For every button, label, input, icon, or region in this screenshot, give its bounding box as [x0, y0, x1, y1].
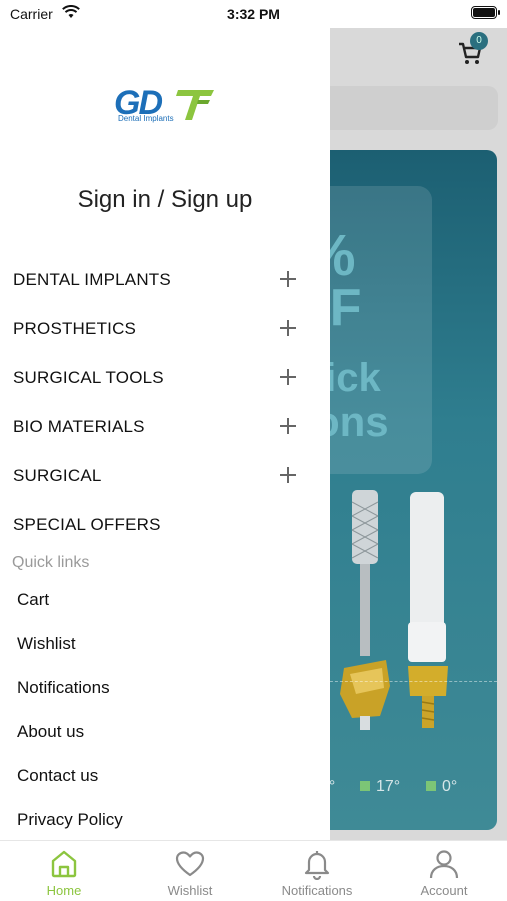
clock: 3:32 PM [227, 6, 280, 22]
signin-link[interactable]: Sign in / Sign up [0, 186, 330, 214]
menu-item-label: SURGICAL TOOLS [13, 368, 164, 387]
tab-home[interactable]: Home [1, 841, 127, 901]
user-icon [429, 850, 459, 879]
bottom-tab-bar: Home Wishlist Notifications Account [0, 840, 507, 901]
expand-plus-icon[interactable] [280, 466, 298, 484]
battery-icon [471, 6, 500, 19]
quick-link-notifications[interactable]: Notifications [17, 678, 110, 698]
menu-item-dental-implants[interactable]: DENTAL IMPLANTS [0, 260, 330, 300]
abutment-illustration [408, 492, 448, 728]
quick-link-wishlist[interactable]: Wishlist [17, 634, 76, 654]
logo-t-mark [176, 90, 214, 120]
menu-item-label: SPECIAL OFFERS [13, 515, 161, 534]
tab-label: Home [46, 883, 82, 898]
background-app: 0 % FF lick ons [330, 28, 507, 840]
angle-label: 0° [426, 778, 457, 796]
expand-plus-icon[interactable] [280, 270, 298, 288]
promo-text: FF [330, 279, 362, 337]
menu-item-surgical[interactable]: SURGICAL [0, 456, 330, 496]
expand-plus-icon[interactable] [280, 368, 298, 386]
brand-logo: GD Dental Implants [114, 84, 218, 128]
promo-banner[interactable]: % FF lick ons 0° 17° [330, 150, 497, 830]
logo-subtitle: Dental Implants [118, 114, 174, 123]
menu-item-label: DENTAL IMPLANTS [13, 270, 171, 289]
menu-item-label: SURGICAL [13, 466, 102, 485]
cart-badge: 0 [470, 32, 488, 50]
tab-label: Account [420, 883, 468, 898]
menu-item-prosthetics[interactable]: PROSTHETICS [0, 309, 330, 349]
side-drawer: GD Dental Implants Sign in / Sign up DEN… [0, 28, 330, 840]
promo-text: ons [330, 398, 389, 445]
angle-label: 17° [360, 778, 400, 796]
tab-label: Notifications [281, 883, 353, 898]
angle-label: 0° [330, 778, 336, 795]
expand-plus-icon[interactable] [280, 319, 298, 337]
expand-plus-icon[interactable] [280, 417, 298, 435]
status-bar: Carrier 3:32 PM [0, 0, 507, 28]
menu-item-label: BIO MATERIALS [13, 417, 145, 436]
quick-link-about-us[interactable]: About us [17, 722, 84, 742]
quick-links-heading: Quick links [12, 554, 90, 571]
heart-icon [175, 851, 205, 877]
menu-item-special-offers[interactable]: SPECIAL OFFERS [0, 505, 330, 545]
search-bar[interactable] [330, 86, 498, 130]
menu-item-bio-materials[interactable]: BIO MATERIALS [0, 407, 330, 447]
implant-driver-illustration [340, 490, 390, 730]
tab-wishlist[interactable]: Wishlist [127, 841, 253, 901]
reference-line [330, 681, 497, 682]
quick-link-contact-us[interactable]: Contact us [17, 766, 98, 786]
tab-account[interactable]: Account [381, 841, 507, 901]
bell-icon [304, 851, 330, 880]
home-icon [51, 850, 77, 878]
tab-label: Wishlist [167, 883, 213, 898]
quick-link-privacy-policy[interactable]: Privacy Policy [17, 810, 123, 830]
promo-text: lick [330, 356, 381, 400]
tab-notifications[interactable]: Notifications [254, 841, 380, 901]
quick-link-cart[interactable]: Cart [17, 590, 49, 610]
menu-item-surgical-tools[interactable]: SURGICAL TOOLS [0, 358, 330, 398]
menu-item-label: PROSTHETICS [13, 319, 137, 338]
